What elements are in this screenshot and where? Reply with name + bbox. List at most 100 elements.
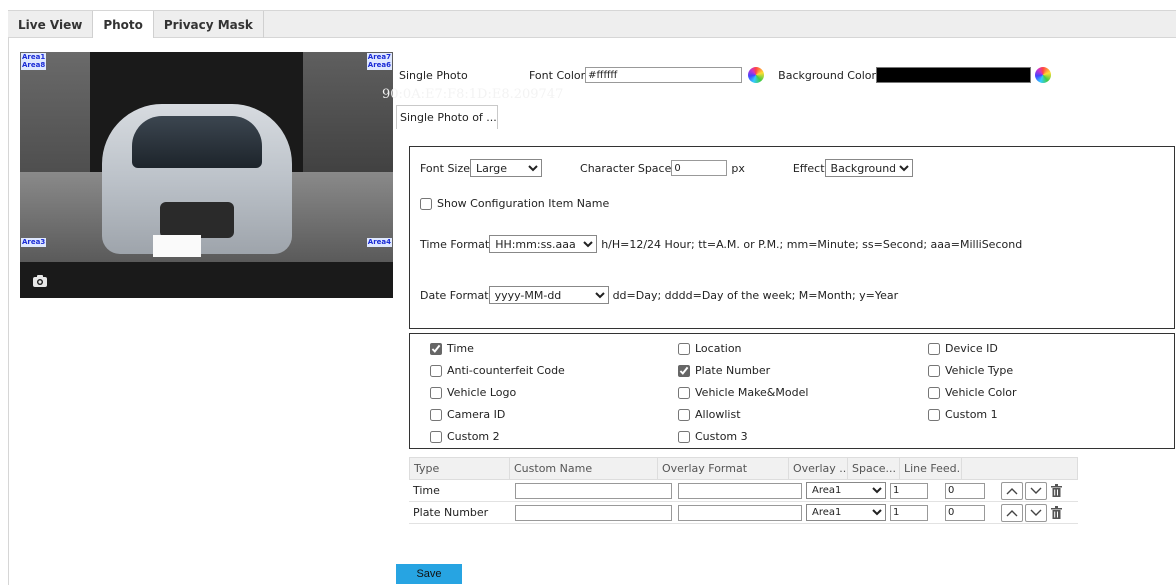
line-feed-input[interactable]: [945, 482, 985, 499]
custom-name-input[interactable]: [515, 482, 672, 499]
col-type: Type: [410, 458, 510, 479]
preview-car-grille: [160, 202, 234, 238]
line-feed-input[interactable]: [945, 504, 985, 521]
move-down-button[interactable]: [1025, 481, 1047, 500]
item-plate-number[interactable]: Plate Number: [678, 364, 770, 377]
col-custom-name: Custom Name: [510, 458, 658, 479]
item-camera-id[interactable]: Camera ID: [430, 408, 505, 421]
tab-photo[interactable]: Photo: [93, 11, 154, 39]
item-vehicle-color-checkbox[interactable]: [928, 386, 940, 399]
col-overlay-format: Overlay Format: [658, 458, 789, 479]
font-settings-row: Font Size Large Character Space px Effec…: [420, 159, 913, 177]
move-up-button[interactable]: [1001, 481, 1023, 500]
font-color-picker-icon[interactable]: [748, 67, 765, 83]
table-row: Plate Number Area1: [409, 502, 1078, 524]
background-color-label: Background Color: [778, 68, 877, 82]
space-input[interactable]: [890, 482, 928, 499]
item-label: Vehicle Color: [945, 386, 1017, 399]
tab-privacy-mask[interactable]: Privacy Mask: [154, 11, 264, 38]
item-label: Vehicle Type: [945, 364, 1014, 377]
chevron-up-icon: [1006, 509, 1018, 516]
item-allowlist-checkbox[interactable]: [678, 408, 690, 421]
overlay-area-select[interactable]: Area1: [806, 482, 886, 499]
item-anti-counterfeit-code[interactable]: Anti-counterfeit Code: [430, 364, 565, 377]
item-anti-counterfeit-code-checkbox[interactable]: [430, 364, 442, 377]
col-space: Space...: [848, 458, 900, 479]
item-time[interactable]: Time: [430, 342, 474, 355]
save-button[interactable]: Save: [396, 564, 462, 584]
custom-name-input[interactable]: [515, 504, 672, 521]
effect-label: Effect: [792, 161, 825, 175]
show-config-row: Show Configuration Item Name: [420, 197, 609, 210]
move-up-button[interactable]: [1001, 503, 1023, 522]
item-custom-1[interactable]: Custom 1: [928, 408, 998, 421]
overlay-items-table: Type Custom Name Overlay Format Overlay …: [409, 457, 1078, 524]
area-label: Area6: [366, 61, 392, 70]
effect-select[interactable]: Background: [824, 159, 913, 177]
tab-live-view[interactable]: Live View: [8, 11, 94, 38]
space-input[interactable]: [890, 504, 928, 521]
camera-preview: Area1 Area8 Area7 Area6 Area3 Area4: [20, 52, 393, 298]
item-device-id[interactable]: Device ID: [928, 342, 998, 355]
background-color-field[interactable]: [876, 67, 1032, 83]
time-format-select[interactable]: HH:mm:ss.aaa: [489, 235, 598, 253]
chevron-down-icon: [1030, 509, 1042, 516]
character-space-unit: px: [731, 161, 745, 175]
item-vehicle-logo-checkbox[interactable]: [430, 386, 442, 399]
item-label: Allowlist: [695, 408, 741, 421]
item-vehicle-make-model-checkbox[interactable]: [678, 386, 690, 399]
item-custom-3[interactable]: Custom 3: [678, 430, 748, 443]
item-custom-1-checkbox[interactable]: [928, 408, 940, 421]
area-label: Area8: [21, 61, 47, 70]
date-format-label: Date Format: [420, 288, 489, 302]
item-device-id-checkbox[interactable]: [928, 342, 940, 355]
item-custom-2[interactable]: Custom 2: [430, 430, 500, 443]
item-plate-number-checkbox[interactable]: [678, 364, 690, 377]
table-header: Type Custom Name Overlay Format Overlay …: [409, 457, 1078, 480]
item-camera-id-checkbox[interactable]: [430, 408, 442, 421]
item-custom-3-checkbox[interactable]: [678, 430, 690, 443]
row-type: Time: [413, 484, 440, 497]
overlay-format-input[interactable]: [678, 504, 802, 521]
background-color-picker-icon[interactable]: [1035, 67, 1052, 83]
tab-bar: Live View Photo Privacy Mask: [8, 10, 1176, 39]
date-format-row: Date Format yyyy-MM-dd dd=Day; dddd=Day …: [420, 286, 898, 304]
delete-row-button[interactable]: [1049, 483, 1063, 499]
overlay-area-select[interactable]: Area1: [806, 504, 886, 521]
tab-single-photo-of[interactable]: Single Photo of ...: [396, 105, 498, 129]
photo-settings-page: Area1 Area8 Area7 Area6 Area3 Area4 Sing…: [8, 38, 1176, 585]
item-label: Custom 3: [695, 430, 748, 443]
preview-car-windshield: [132, 116, 262, 168]
character-space-input[interactable]: [671, 160, 728, 176]
item-time-checkbox[interactable]: [430, 342, 442, 355]
item-vehicle-type[interactable]: Vehicle Type: [928, 364, 1013, 377]
preview-plate-mask: [153, 235, 201, 257]
item-label: Time: [447, 342, 474, 355]
date-format-hint: dd=Day; dddd=Day of the week; M=Month; y…: [612, 288, 899, 302]
item-vehicle-make-model[interactable]: Vehicle Make&Model: [678, 386, 808, 399]
item-vehicle-color[interactable]: Vehicle Color: [928, 386, 1017, 399]
font-color-field[interactable]: [585, 67, 743, 83]
area-label: Area3: [21, 238, 47, 247]
item-custom-2-checkbox[interactable]: [430, 430, 442, 443]
trash-icon: [1050, 506, 1062, 519]
item-label: Location: [695, 342, 742, 355]
font-size-select[interactable]: Large: [470, 159, 543, 177]
item-label: Custom 2: [447, 430, 500, 443]
item-vehicle-type-checkbox[interactable]: [928, 364, 940, 377]
item-location-checkbox[interactable]: [678, 342, 690, 355]
camera-icon[interactable]: [32, 274, 48, 288]
trash-icon: [1050, 484, 1062, 497]
overlay-format-input[interactable]: [678, 482, 802, 499]
item-location[interactable]: Location: [678, 342, 742, 355]
delete-row-button[interactable]: [1049, 505, 1063, 521]
item-vehicle-logo[interactable]: Vehicle Logo: [430, 386, 516, 399]
date-format-select[interactable]: yyyy-MM-dd: [488, 286, 609, 304]
overlay-items-panel: Time Location Device ID Anti-counterfeit…: [409, 333, 1175, 449]
item-allowlist[interactable]: Allowlist: [678, 408, 741, 421]
row-type: Plate Number: [413, 506, 489, 519]
move-down-button[interactable]: [1025, 503, 1047, 522]
item-label: Custom 1: [945, 408, 998, 421]
time-format-hint: h/H=12/24 Hour; tt=A.M. or P.M.; mm=Minu…: [601, 237, 1023, 251]
show-config-checkbox[interactable]: [420, 197, 432, 210]
